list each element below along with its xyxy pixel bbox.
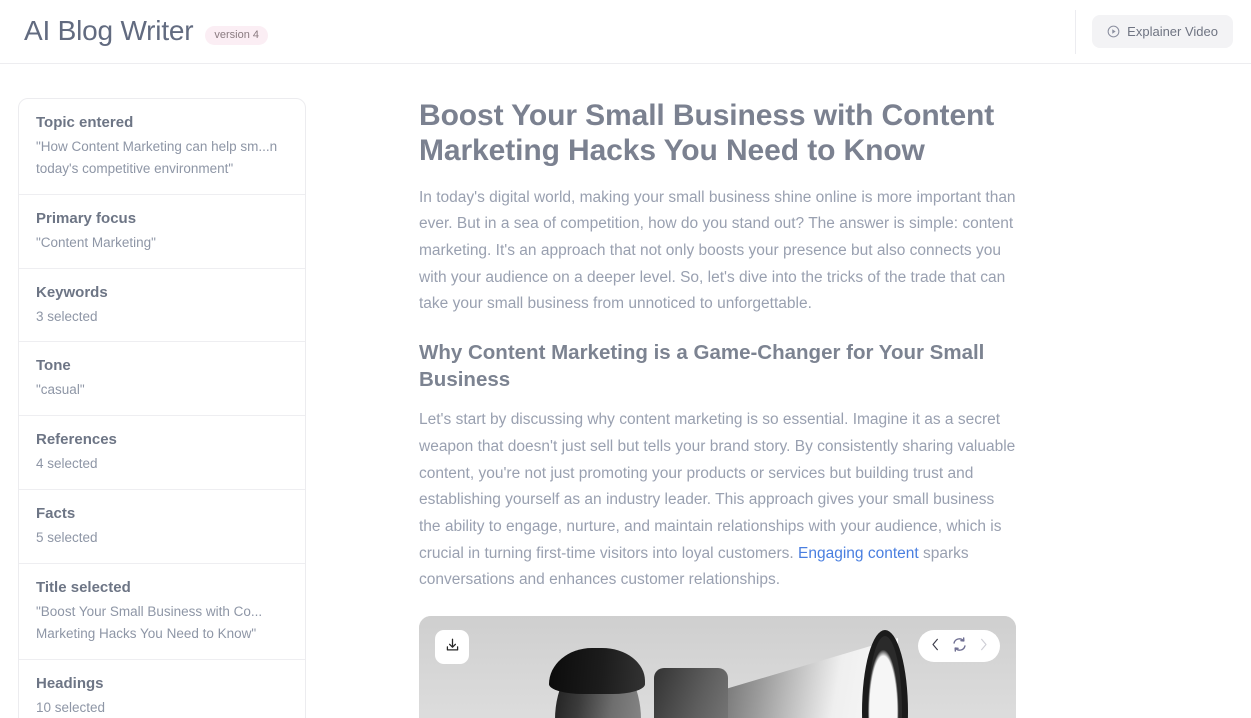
sidebar-item-tone[interactable]: Tone "casual" [19, 342, 305, 417]
explainer-video-button[interactable]: Explainer Video [1092, 15, 1233, 48]
explainer-video-label: Explainer Video [1127, 24, 1218, 39]
engaging-content-link[interactable]: Engaging content [798, 545, 919, 562]
header-divider [1075, 9, 1077, 54]
generated-image-block [419, 615, 1016, 718]
sidebar-item-title-selected[interactable]: Title selected "Boost Your Small Busines… [19, 564, 305, 660]
brand: AI Blog Writer version 4 [24, 14, 269, 47]
next-image-button[interactable] [972, 633, 994, 659]
article-body-text-before-link: Let's start by discussing why content ma… [419, 411, 1016, 562]
photo-megaphone-body [654, 667, 728, 718]
photo-megaphone-rim [862, 629, 908, 718]
sidebar-label: Keywords [36, 283, 108, 301]
summary-sidebar: Topic entered "How Content Marketing can… [18, 98, 306, 718]
sidebar-value: 4 selected [36, 456, 98, 472]
refresh-icon [951, 636, 968, 656]
sidebar-item-headings[interactable]: Headings 10 selected [19, 660, 305, 718]
download-icon [444, 637, 461, 657]
sidebar-value: 3 selected [36, 308, 98, 324]
sidebar-label: Tone [36, 357, 71, 375]
sidebar-value: "How Content Marketing can help sm...n t… [36, 139, 278, 176]
article-intro-paragraph: In today's digital world, making your sm… [419, 188, 1016, 313]
page-body: Topic entered "How Content Marketing can… [0, 64, 1251, 718]
sidebar-item-topic-entered[interactable]: Topic entered "How Content Marketing can… [19, 99, 305, 195]
app-header: AI Blog Writer version 4 Explainer Video [0, 0, 1251, 64]
sidebar-label: Topic entered [36, 114, 134, 131]
chevron-left-icon [931, 638, 940, 654]
sidebar-label: Primary focus [36, 209, 137, 227]
article-content: Boost Your Small Business with Content M… [306, 98, 1126, 718]
sidebar-item-primary-focus[interactable]: Primary focus "Content Marketing" [19, 195, 305, 269]
article-body-paragraph: Let's start by discussing why content ma… [419, 407, 1016, 594]
play-circle-icon [1107, 25, 1120, 38]
sidebar-item-keywords[interactable]: Keywords 3 selected [19, 269, 305, 343]
app-title: AI Blog Writer [24, 14, 194, 46]
sidebar-value: "Boost Your Small Business with Co... Ma… [36, 604, 263, 641]
sidebar-item-references[interactable]: References 4 selected [19, 416, 305, 491]
sidebar-value: "casual" [36, 382, 85, 398]
sidebar-value: 5 selected [36, 530, 98, 546]
regenerate-image-button[interactable] [948, 633, 970, 659]
photo-hair [549, 647, 645, 694]
sidebar-value: "Content Marketing" [36, 234, 156, 250]
article-title: Boost Your Small Business with Content M… [419, 99, 995, 168]
sidebar-label: Headings [36, 674, 104, 692]
sidebar-value: 10 selected [36, 699, 106, 715]
image-navigation-controls [918, 629, 1000, 662]
sidebar-label: References [36, 431, 117, 449]
chevron-right-icon [979, 638, 988, 654]
sidebar-label: Facts [36, 505, 76, 523]
download-image-button[interactable] [435, 629, 469, 664]
sidebar-item-facts[interactable]: Facts 5 selected [19, 490, 305, 565]
previous-image-button[interactable] [924, 633, 946, 659]
article-section-heading: Why Content Marketing is a Game-Changer … [419, 341, 985, 391]
header-actions: Explainer Video [1075, 0, 1233, 63]
sidebar-label: Title selected [36, 579, 131, 597]
version-badge: version 4 [205, 25, 269, 45]
